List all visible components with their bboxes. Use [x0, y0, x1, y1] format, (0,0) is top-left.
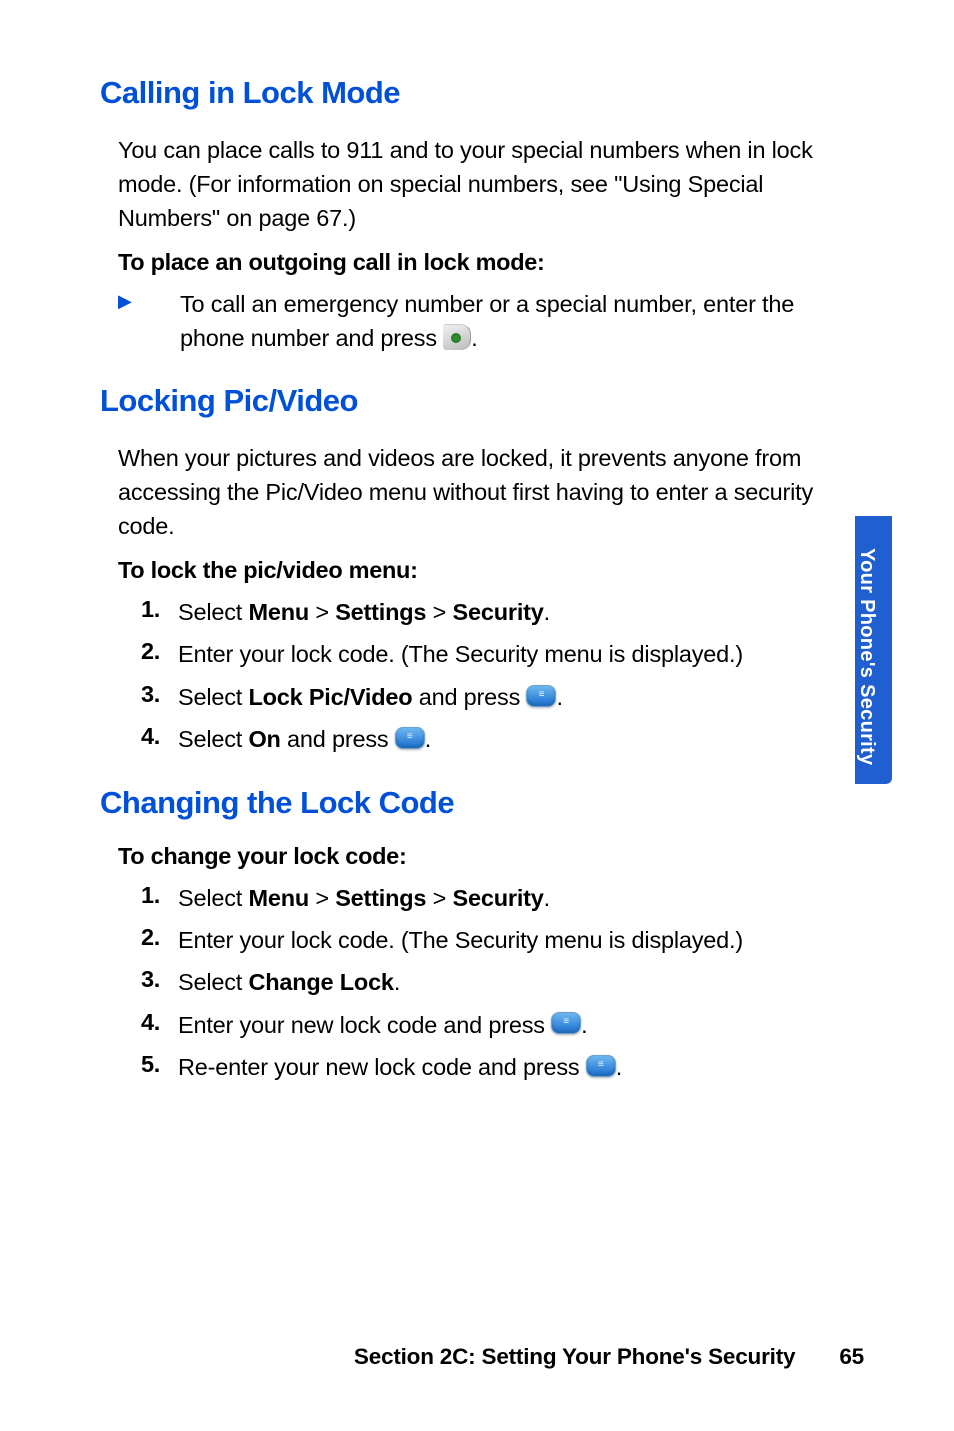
list-item: 4. Enter your new lock code and press .: [136, 1009, 864, 1042]
text-fragment: Select: [178, 684, 248, 710]
list-number: 3.: [136, 681, 178, 708]
menu-ok-key-icon: [526, 685, 556, 707]
list-text: Enter your lock code. (The Security menu…: [178, 638, 743, 671]
text-fragment: .: [556, 684, 562, 710]
list-item: 3. Select Change Lock.: [136, 966, 864, 999]
text-fragment: .: [471, 325, 477, 351]
subhead-picvideo: To lock the pic/video menu:: [118, 557, 864, 584]
list-number: 4.: [136, 723, 178, 750]
list-number: 5.: [136, 1051, 178, 1078]
ordered-list-changelock: 1. Select Menu > Settings > Security. 2.…: [136, 882, 864, 1085]
text-fragment: .: [425, 726, 431, 752]
list-text: Select Change Lock.: [178, 966, 400, 999]
page-footer: Section 2C: Setting Your Phone's Securit…: [0, 1344, 954, 1370]
side-index-tab: Your Phone's Security: [855, 516, 892, 784]
heading-changing-lock-code: Changing the Lock Code: [100, 785, 864, 821]
bullet-arrow-icon: ▶: [118, 288, 180, 312]
para-picvideo-intro: When your pictures and videos are locked…: [118, 441, 864, 543]
page-number: 65: [839, 1344, 864, 1369]
list-item: 3. Select Lock Pic/Video and press .: [136, 681, 864, 714]
menu-ok-key-icon: [551, 1012, 581, 1034]
text-fragment: .: [394, 969, 400, 995]
bullet-text: To call an emergency number or a special…: [180, 288, 864, 355]
list-text: Select Menu > Settings > Security.: [178, 596, 550, 629]
list-number: 1.: [136, 596, 178, 623]
ordered-list-picvideo: 1. Select Menu > Settings > Security. 2.…: [136, 596, 864, 756]
footer-section-title: Section 2C: Setting Your Phone's Securit…: [354, 1344, 795, 1369]
text-fragment: .: [581, 1012, 587, 1038]
list-item: 5. Re-enter your new lock code and press…: [136, 1051, 864, 1084]
bold-text: Lock Pic/Video: [248, 684, 412, 710]
list-text: Enter your new lock code and press .: [178, 1009, 587, 1042]
bold-text: Security: [453, 885, 544, 911]
text-fragment: .: [544, 599, 550, 625]
list-text: Re-enter your new lock code and press .: [178, 1051, 622, 1084]
subhead-change-lockcode: To change your lock code:: [118, 843, 864, 870]
list-number: 4.: [136, 1009, 178, 1036]
heading-locking-pic-video: Locking Pic/Video: [100, 383, 864, 419]
text-fragment: and press: [281, 726, 395, 752]
list-text: Select Lock Pic/Video and press .: [178, 681, 563, 714]
page-content: Calling in Lock Mode You can place calls…: [0, 0, 954, 1431]
bold-text: On: [248, 726, 280, 752]
text-fragment: .: [544, 885, 550, 911]
menu-ok-key-icon: [586, 1055, 616, 1077]
text-fragment: Select: [178, 969, 248, 995]
text-fragment: Re-enter your new lock code and press: [178, 1054, 586, 1080]
list-text: Select On and press .: [178, 723, 431, 756]
list-item: 2. Enter your lock code. (The Security m…: [136, 924, 864, 957]
list-text: Select Menu > Settings > Security.: [178, 882, 550, 915]
list-item: 4. Select On and press .: [136, 723, 864, 756]
bold-text: Menu: [248, 885, 309, 911]
list-number: 2.: [136, 638, 178, 665]
text-fragment: Enter your new lock code and press: [178, 1012, 551, 1038]
talk-key-icon: [443, 324, 471, 350]
text-fragment: .: [616, 1054, 622, 1080]
text-fragment: >: [309, 885, 335, 911]
bold-text: Security: [453, 599, 544, 625]
para-lockmode-intro: You can place calls to 911 and to your s…: [118, 133, 864, 235]
text-fragment: Select: [178, 885, 248, 911]
list-text: Enter your lock code. (The Security menu…: [178, 924, 743, 957]
text-fragment: and press: [412, 684, 526, 710]
list-item: 2. Enter your lock code. (The Security m…: [136, 638, 864, 671]
text-fragment: Select: [178, 599, 248, 625]
text-fragment: To call an emergency number or a special…: [180, 291, 794, 350]
list-item: 1. Select Menu > Settings > Security.: [136, 882, 864, 915]
list-item: 1. Select Menu > Settings > Security.: [136, 596, 864, 629]
bold-text: Settings: [335, 885, 426, 911]
text-fragment: Select: [178, 726, 248, 752]
list-number: 1.: [136, 882, 178, 909]
menu-ok-key-icon: [395, 727, 425, 749]
bold-text: Change Lock: [248, 969, 393, 995]
bold-text: Menu: [248, 599, 309, 625]
bullet-item: ▶ To call an emergency number or a speci…: [118, 288, 864, 355]
side-tab-label: Your Phone's Security: [855, 516, 878, 784]
heading-calling-lock-mode: Calling in Lock Mode: [100, 75, 864, 111]
text-fragment: >: [426, 885, 452, 911]
list-number: 2.: [136, 924, 178, 951]
bold-text: Settings: [335, 599, 426, 625]
text-fragment: >: [309, 599, 335, 625]
subhead-lockmode-call: To place an outgoing call in lock mode:: [118, 249, 864, 276]
text-fragment: >: [426, 599, 452, 625]
list-number: 3.: [136, 966, 178, 993]
